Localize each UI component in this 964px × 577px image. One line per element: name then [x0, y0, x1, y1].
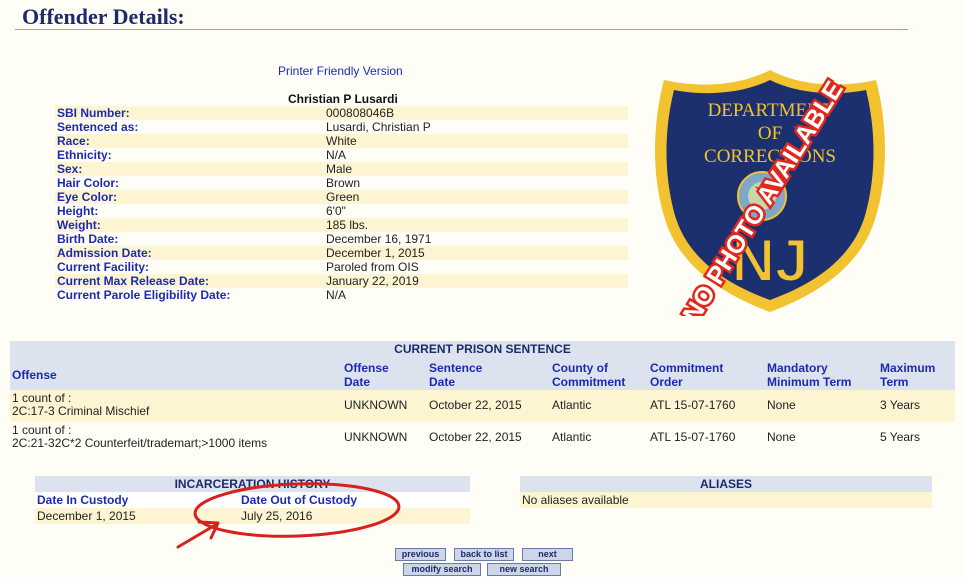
row-maximum: 3 Years — [880, 398, 921, 412]
date-in-value: December 1, 2015 — [37, 509, 136, 523]
header-offense-date: Offense Date — [344, 361, 389, 389]
detail-value: Paroled from OIS — [326, 260, 419, 274]
offender-name: Christian P Lusardi — [288, 92, 398, 106]
header-commitment-order: Commitment Order — [650, 361, 724, 389]
detail-row: Admission Date: December 1, 2015 — [55, 246, 628, 260]
detail-label: Sentenced as: — [57, 120, 139, 134]
row-offense-date: UNKNOWN — [344, 398, 408, 412]
row-sentence-date: October 22, 2015 — [429, 398, 522, 412]
header-county: County of Commitment — [552, 361, 626, 389]
current-prison-sentence-table: CURRENT PRISON SENTENCE Offense Offense D… — [10, 341, 955, 454]
incarceration-history-table: INCARCERATION HISTORY Date In Custody Da… — [35, 476, 470, 524]
modify-search-button[interactable]: modify search — [403, 563, 481, 576]
row-mandatory: None — [767, 398, 796, 412]
red-arrow-annotation — [176, 522, 219, 549]
prison-section-title: CURRENT PRISON SENTENCE — [10, 341, 955, 357]
new-search-button[interactable]: new search — [487, 563, 561, 576]
aliases-title: ALIASES — [520, 476, 932, 492]
header-offense: Offense — [12, 368, 57, 382]
detail-value: January 22, 2019 — [326, 274, 419, 288]
detail-label: Admission Date: — [57, 246, 152, 260]
row-mandatory: None — [767, 430, 796, 444]
next-button[interactable]: next — [522, 548, 573, 561]
row-sentence-date: October 22, 2015 — [429, 430, 522, 444]
detail-row: Current Parole Eligibility Date: N/A — [55, 288, 628, 302]
header-sentence-date: Sentence Date — [429, 361, 483, 389]
detail-value: Brown — [326, 176, 361, 190]
incarceration-title: INCARCERATION HISTORY — [35, 476, 470, 492]
detail-value: 000808046B — [326, 106, 395, 120]
aliases-text: No aliases available — [522, 493, 629, 507]
aliases-row: No aliases available — [520, 492, 932, 508]
previous-button[interactable]: previous — [395, 548, 446, 561]
no-photo-badge-icon: DEPARTMENT OF CORRECTIONS NJ NO PHOTO AV… — [655, 70, 885, 316]
detail-value: N/A — [326, 288, 347, 302]
row-order: ATL 15-07-1760 — [650, 430, 736, 444]
detail-label: Hair Color: — [57, 176, 120, 190]
row-maximum: 5 Years — [880, 430, 921, 444]
row-offense: 2C:21-32C*2 Counterfeit/trademart;>1000 … — [12, 436, 268, 450]
detail-row: Weight: 185 lbs. — [55, 218, 628, 232]
offender-details-table: SBI Number: 000808046B Sentenced as: Lusard… — [55, 106, 628, 302]
detail-row: Eye Color: Green — [55, 190, 628, 204]
prison-header-row: Offense Offense Date Sentence Date County … — [10, 357, 955, 390]
header-date-in: Date In Custody — [37, 493, 129, 507]
detail-value: December 16, 1971 — [326, 232, 432, 246]
detail-value: 6'0" — [326, 204, 346, 218]
table-row: December 1, 2015 July 25, 2016 — [35, 508, 470, 524]
red-arrowhead-annotation — [197, 520, 220, 540]
detail-row: Current Max Release Date: January 22, 201… — [55, 274, 628, 288]
detail-value: 185 lbs. — [326, 218, 369, 232]
row-offense: 2C:17-3 Criminal Mischief — [12, 404, 150, 418]
page-title: Offender Details: — [22, 4, 185, 29]
detail-row: Ethnicity: N/A — [55, 148, 628, 162]
detail-value: Male — [326, 162, 353, 176]
detail-value: December 1, 2015 — [326, 246, 425, 260]
detail-row: SBI Number: 000808046B — [55, 106, 628, 120]
detail-label: Birth Date: — [57, 232, 119, 246]
detail-label: Height: — [57, 204, 99, 218]
detail-label: Eye Color: — [57, 190, 118, 204]
aliases-table: ALIASES No aliases available — [520, 476, 932, 508]
row-county: Atlantic — [552, 398, 592, 412]
detail-row: Birth Date: December 16, 1971 — [55, 232, 628, 246]
detail-label: SBI Number: — [57, 106, 130, 120]
title-divider — [15, 29, 908, 30]
incarceration-header-row: Date In Custody Date Out of Custody — [35, 492, 470, 508]
date-out-value: July 25, 2016 — [241, 509, 313, 523]
row-order: ATL 15-07-1760 — [650, 398, 736, 412]
detail-value: Green — [326, 190, 360, 204]
badge-line2: OF — [758, 123, 782, 144]
detail-value: N/A — [326, 148, 347, 162]
detail-label: Weight: — [57, 218, 101, 232]
table-row: 1 count of : 2C:21-32C*2 Counterfeit/tra… — [10, 422, 955, 454]
back-to-list-button[interactable]: back to list — [454, 548, 514, 561]
detail-label: Current Parole Eligibility Date: — [57, 288, 231, 302]
detail-label: Current Max Release Date: — [57, 274, 210, 288]
row-offense-date: UNKNOWN — [344, 430, 408, 444]
detail-value: White — [326, 134, 357, 148]
header-maximum-term: Maximum Term — [880, 361, 936, 389]
detail-row: Sex: Male — [55, 162, 628, 176]
detail-label: Sex: — [57, 162, 83, 176]
detail-row: Hair Color: Brown — [55, 176, 628, 190]
detail-label: Current Facility: — [57, 260, 150, 274]
detail-value: Lusardi, Christian P — [326, 120, 431, 134]
row-county: Atlantic — [552, 430, 592, 444]
detail-row: Current Facility: Paroled from OIS — [55, 260, 628, 274]
header-date-out: Date Out of Custody — [241, 493, 357, 507]
detail-label: Ethnicity: — [57, 148, 112, 162]
detail-row: Height: 6'0" — [55, 204, 628, 218]
table-row: 1 count of : 2C:17-3 Criminal Mischief U… — [10, 390, 955, 422]
detail-row: Race: White — [55, 134, 628, 148]
header-mandatory-term: Mandatory Minimum Term — [767, 361, 852, 389]
printer-friendly-link[interactable]: Printer Friendly Version — [278, 64, 403, 78]
detail-row: Sentenced as: Lusardi, Christian P — [55, 120, 628, 134]
detail-label: Race: — [57, 134, 90, 148]
